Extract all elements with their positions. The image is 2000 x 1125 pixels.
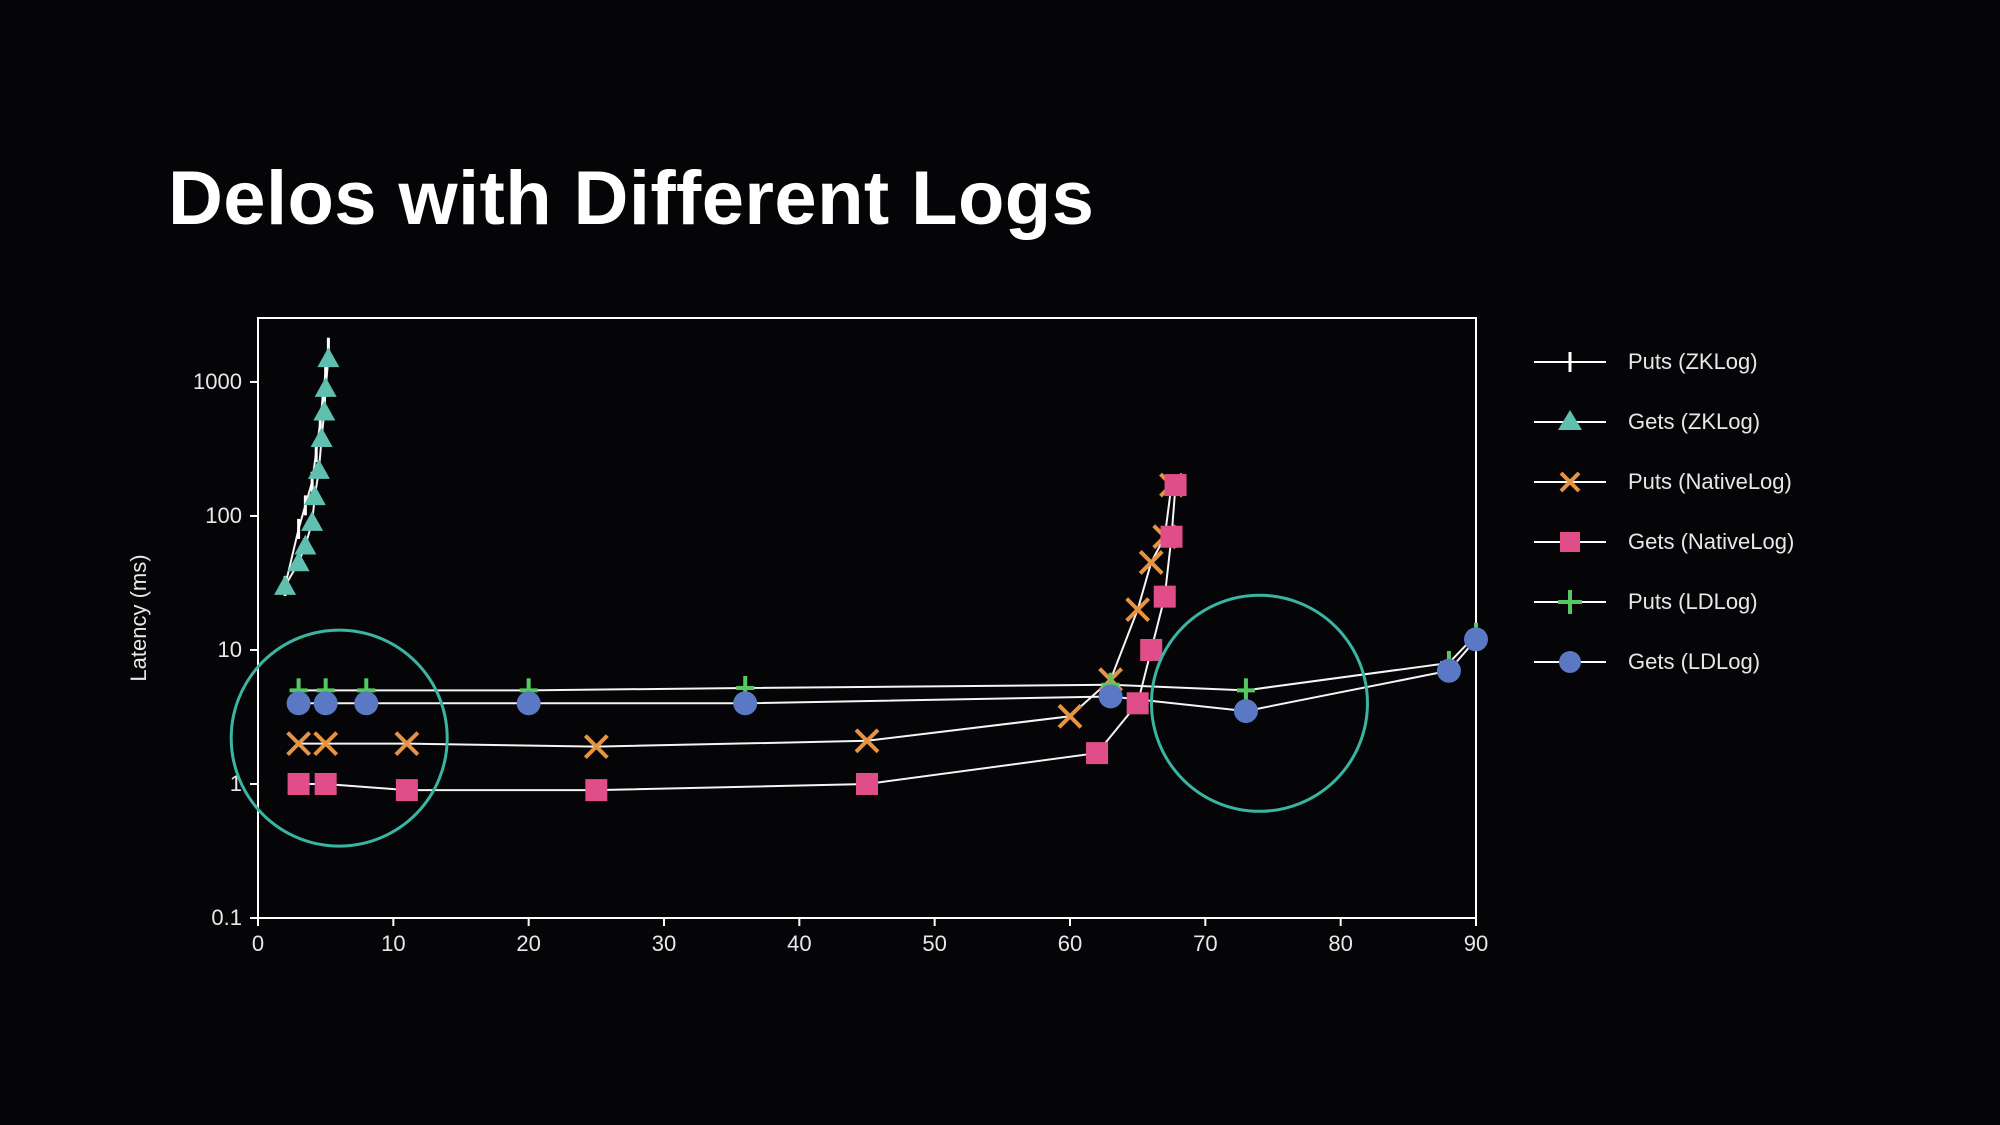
legend-label: Gets (LDLog) [1628,649,1760,675]
legend-icon-gets-zklog [1534,406,1606,438]
svg-text:0: 0 [252,931,264,956]
legend-label: Gets (ZKLog) [1628,409,1760,435]
slide: Delos with Different Logs 0 10 20 30 40 50 60 7… [0,0,2000,1125]
legend: Puts (ZKLog) Gets (ZKLog) Puts (NativeLo… [1534,332,1934,692]
legend-row: Puts (NativeLog) [1534,452,1934,512]
legend-icon-gets-native [1534,526,1606,558]
svg-text:10: 10 [381,931,405,956]
legend-row: Puts (LDLog) [1534,572,1934,632]
svg-text:40: 40 [787,931,811,956]
svg-text:70: 70 [1193,931,1217,956]
legend-label: Gets (NativeLog) [1628,529,1794,555]
legend-row: Gets (ZKLog) [1534,392,1934,452]
legend-icon-gets-ldlog [1534,646,1606,678]
svg-text:10: 10 [218,637,242,662]
svg-text:50: 50 [922,931,946,956]
svg-text:80: 80 [1328,931,1352,956]
legend-label: Puts (NativeLog) [1628,469,1792,495]
svg-text:60: 60 [1058,931,1082,956]
legend-row: Puts (ZKLog) [1534,332,1934,392]
legend-row: Gets (LDLog) [1534,632,1934,692]
legend-icon-puts-zklog [1534,346,1606,378]
legend-label: Puts (LDLog) [1628,589,1758,615]
svg-text:Latency (ms): Latency (ms) [126,554,151,681]
chart-svg: 01020304050607080900.11101001000Latency … [258,318,1476,958]
svg-text:100: 100 [205,503,242,528]
svg-text:0.1: 0.1 [211,905,242,930]
legend-row: Gets (NativeLog) [1534,512,1934,572]
latency-chart: 01020304050607080900.11101001000Latency … [258,318,1476,958]
legend-icon-puts-native [1534,466,1606,498]
page-title: Delos with Different Logs [168,155,1094,242]
svg-text:1000: 1000 [193,369,242,394]
legend-label: Puts (ZKLog) [1628,349,1758,375]
legend-icon-puts-ldlog [1534,586,1606,618]
svg-text:30: 30 [652,931,676,956]
svg-text:20: 20 [516,931,540,956]
svg-text:90: 90 [1464,931,1488,956]
